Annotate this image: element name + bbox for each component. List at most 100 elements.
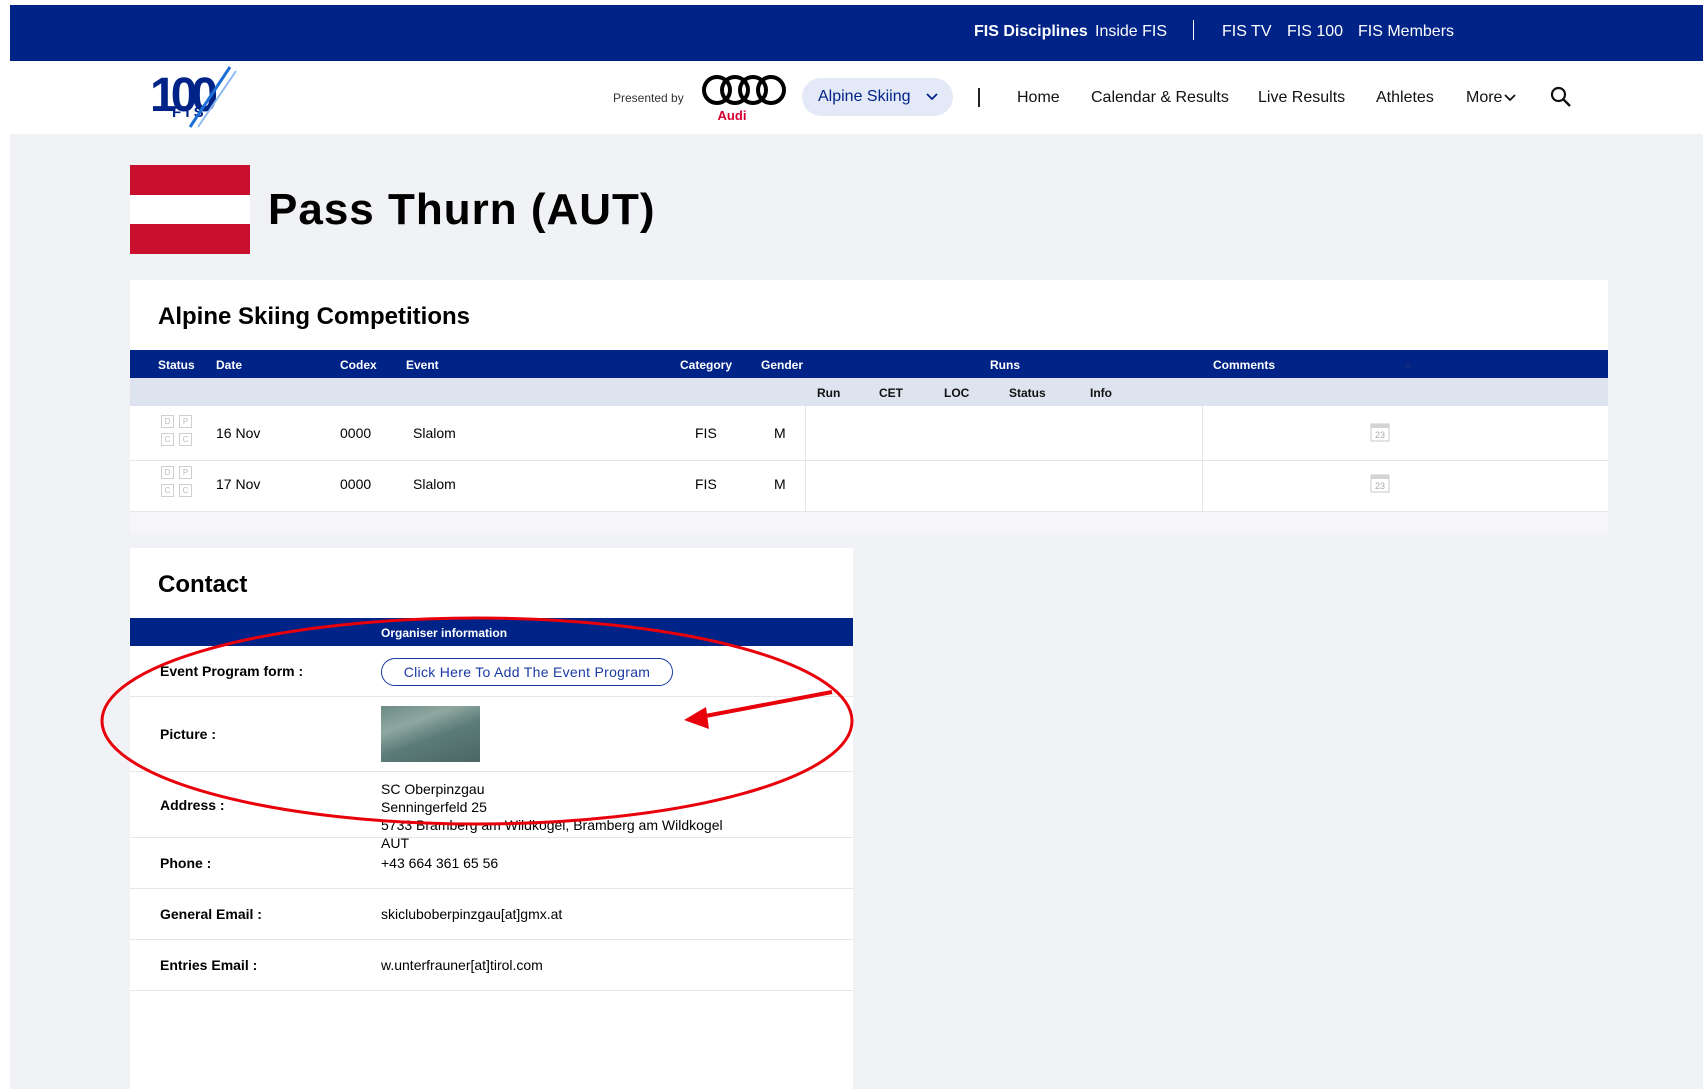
col-event: Event	[406, 358, 439, 372]
venue-picture[interactable]	[381, 706, 480, 762]
col-runs: Runs	[990, 358, 1020, 372]
calendar-icon-day: 23	[1375, 430, 1385, 440]
organiser-info-header: Organiser information	[381, 626, 508, 640]
cell-divider	[805, 406, 806, 460]
col-loc: LOC	[944, 386, 970, 400]
address-label: Address :	[160, 797, 225, 813]
contact-row-picture: Picture :	[130, 697, 853, 772]
col-run-status: Status	[1009, 386, 1046, 400]
calendar-icon-day: 23	[1375, 481, 1385, 491]
topbar-link-fis-100[interactable]: FIS 100	[1287, 23, 1343, 41]
col-gender: Gender	[761, 358, 804, 372]
col-run: Run	[817, 386, 841, 400]
chevron-down-icon	[926, 93, 938, 101]
contact-row-general-email: General Email : skicluboberpinzgau[at]gm…	[130, 889, 853, 940]
page-title: Pass Thurn (AUT)	[268, 185, 656, 234]
nav-home[interactable]: Home	[1017, 89, 1060, 107]
flag-stripe-top	[130, 165, 250, 195]
runs-subheader: Run CET LOC Status Info	[130, 378, 1608, 406]
address-line: Senningerfeld 25	[381, 799, 487, 815]
row-event[interactable]: Slalom	[413, 425, 456, 441]
row-gender: M	[774, 425, 786, 441]
calendar-icon[interactable]: 23	[1370, 473, 1390, 493]
chevron-down-icon[interactable]	[1504, 94, 1516, 102]
nav-live-results[interactable]: Live Results	[1258, 89, 1345, 107]
col-date: Date	[216, 358, 243, 372]
topbar-link-fis-tv[interactable]: FIS TV	[1222, 23, 1272, 41]
row-category: FIS	[695, 476, 717, 492]
page-frame: FIS Disciplines Inside FIS FIS TV FIS 10…	[10, 5, 1703, 1089]
nav-calendar-results[interactable]: Calendar & Results	[1091, 89, 1229, 107]
address-line: 5733 Bramberg am Wildkogel, Bramberg am …	[381, 817, 723, 833]
status-c-icon: C	[161, 484, 174, 497]
cell-divider	[1202, 406, 1203, 460]
status-c-icon: C	[179, 484, 192, 497]
download-icon[interactable]	[1402, 358, 1414, 370]
discipline-selector-label: Alpine Skiing	[818, 88, 911, 105]
topbar-link-inside-fis[interactable]: Inside FIS	[1095, 23, 1167, 41]
competitions-card: Alpine Skiing Competitions Status Date C…	[130, 280, 1608, 533]
col-info: Info	[1090, 386, 1112, 400]
status-c-icon: C	[179, 433, 192, 446]
address-line: SC Oberpinzgau	[381, 781, 485, 797]
flag-stripe-middle	[130, 194, 250, 225]
status-p-icon: P	[179, 415, 192, 428]
austria-flag	[130, 165, 250, 254]
competitions-table-header: Status Date Codex Event Category Gender …	[130, 350, 1608, 378]
add-event-program-button[interactable]: Click Here To Add The Event Program	[381, 658, 673, 686]
row-codex: 0000	[340, 425, 372, 441]
contact-row-event-program: Event Program form : Click Here To Add T…	[130, 646, 853, 697]
nav-athletes[interactable]: Athletes	[1376, 89, 1434, 107]
contact-table-header: Organiser information	[130, 618, 853, 646]
table-row[interactable]: D P C C 17 Nov 0000 Slalom FIS M 23	[130, 457, 1608, 512]
calendar-icon[interactable]: 23	[1370, 422, 1390, 442]
table-row[interactable]: D P C C 16 Nov 0000 Slalom FIS M 23	[130, 406, 1608, 461]
status-c-icon: C	[161, 433, 174, 446]
row-gender: M	[774, 476, 786, 492]
contact-card: Contact Organiser information Event Prog…	[130, 548, 853, 1089]
general-email-label: General Email :	[160, 906, 262, 922]
competitions-title: Alpine Skiing Competitions	[158, 303, 471, 330]
search-icon[interactable]	[1550, 86, 1572, 108]
picture-label: Picture :	[160, 726, 217, 742]
event-program-label: Event Program form :	[160, 663, 304, 679]
status-d-icon: D	[161, 466, 174, 479]
status-d-icon: D	[161, 415, 174, 428]
top-bar: FIS Disciplines Inside FIS FIS TV FIS 10…	[10, 5, 1703, 61]
audi-wordmark: Audi	[717, 108, 747, 123]
cell-divider	[1202, 457, 1203, 511]
col-comments: Comments	[1213, 358, 1276, 372]
row-date: 17 Nov	[216, 476, 261, 492]
presented-by-label: Presented by	[613, 91, 684, 105]
discipline-selector[interactable]: Alpine Skiing	[802, 78, 953, 116]
card-footer	[130, 512, 1608, 533]
phone-label: Phone :	[160, 855, 212, 871]
row-event[interactable]: Slalom	[413, 476, 456, 492]
col-codex: Codex	[340, 358, 377, 372]
main-header: 100 F I S Presented by Audi Alpine Skiin…	[10, 61, 1703, 134]
contact-title: Contact	[158, 571, 248, 598]
contact-row-address: Address : SC Oberpinzgau Senningerfeld 2…	[130, 772, 853, 851]
col-status: Status	[158, 358, 195, 372]
header-separator	[978, 88, 980, 107]
general-email-value[interactable]: skicluboberpinzgau[at]gmx.at	[381, 906, 562, 922]
phone-value: +43 664 361 65 56	[381, 855, 499, 871]
topbar-link-fis-members[interactable]: FIS Members	[1358, 23, 1454, 41]
status-p-icon: P	[179, 466, 192, 479]
fis-100-logo[interactable]: 100 F I S	[150, 65, 250, 129]
entries-email-value[interactable]: w.unterfrauner[at]tirol.com	[381, 957, 543, 973]
contact-row-phone: Phone : +43 664 361 65 56	[130, 838, 853, 889]
col-category: Category	[680, 358, 733, 372]
entries-email-label: Entries Email :	[160, 957, 258, 973]
col-cet: CET	[879, 386, 903, 400]
flag-stripe-bottom	[130, 224, 250, 254]
cell-divider	[805, 457, 806, 511]
row-codex: 0000	[340, 476, 372, 492]
audi-logo-icon[interactable]	[700, 73, 788, 107]
contact-row-entries-email: Entries Email : w.unterfrauner[at]tirol.…	[130, 940, 853, 991]
row-date: 16 Nov	[216, 425, 261, 441]
nav-more[interactable]: More	[1466, 89, 1502, 107]
row-category: FIS	[695, 425, 717, 441]
topbar-separator	[1193, 20, 1194, 40]
topbar-link-fis-disciplines[interactable]: FIS Disciplines	[974, 23, 1088, 41]
